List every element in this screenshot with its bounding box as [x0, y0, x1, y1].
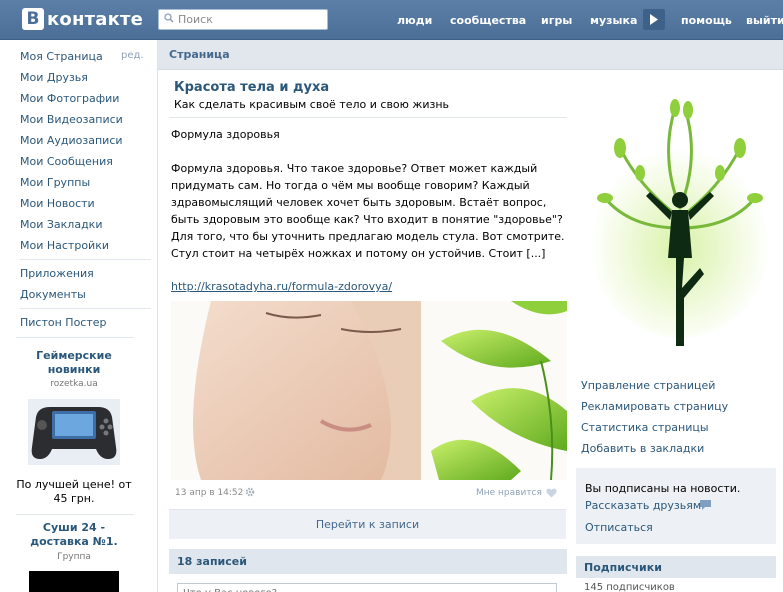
menu-messages[interactable]: Мои Сообщения — [20, 155, 113, 168]
new-post-input[interactable] — [177, 583, 557, 592]
nav-games-wrap: игры — [541, 0, 572, 40]
advertise-page-link[interactable]: Рекламировать страницу — [581, 400, 728, 413]
breadcrumb: Страница — [158, 40, 783, 70]
post-date: 13 апр в 14:52 — [175, 488, 244, 498]
posts-count-header[interactable]: 18 записей — [169, 549, 567, 574]
logo-letter: В — [22, 8, 44, 30]
main-content: Страница Красота тела и духа Как сделать… — [157, 40, 783, 592]
subscribers-title: Подписчики — [584, 561, 662, 574]
menu-friends[interactable]: Мои Друзья — [20, 71, 88, 84]
breadcrumb-label: Страница — [169, 48, 230, 61]
menu-news[interactable]: Мои Новости — [20, 197, 95, 210]
nav-help[interactable]: помощь — [681, 14, 732, 27]
subscribers-header[interactable]: Подписчики — [576, 556, 776, 578]
subscribed-status: Вы подписаны на новости. — [585, 482, 741, 495]
menu-groups[interactable]: Мои Группы — [20, 176, 90, 189]
post-link[interactable]: http://krasotadyha.ru/formula-zdorovya/ — [171, 280, 392, 293]
search-box[interactable] — [158, 9, 328, 30]
go-to-post-button[interactable]: Перейти к записи — [169, 509, 612, 539]
menu-divider — [20, 259, 151, 260]
ad-title[interactable]: Геймерские новинки — [12, 349, 136, 377]
post-body: Формула здоровья. Что такое здоровье? От… — [171, 162, 565, 260]
menu-photos[interactable]: Мои Фотографии — [20, 92, 119, 105]
nav-communities[interactable]: сообщества — [450, 14, 526, 27]
nav-games[interactable]: игры — [541, 14, 572, 27]
search-input[interactable] — [178, 13, 318, 26]
play-icon[interactable] — [643, 9, 665, 30]
ad-source: rozetka.ua — [50, 379, 98, 389]
subscribers-count[interactable]: 145 подписчиков — [584, 582, 675, 592]
left-sidebar: Моя Страница ред. Мои Друзья Мои Фотогра… — [12, 40, 156, 592]
nav-music-wrap: музыка — [590, 0, 637, 40]
manage-page-link[interactable]: Управление страницей — [581, 379, 715, 392]
ad-block-sushi[interactable]: Суши 24 - доставка №1. Группа — [12, 518, 136, 592]
gear-icon[interactable] — [245, 487, 255, 500]
ad-image[interactable] — [29, 571, 119, 592]
ad-source: Группа — [57, 552, 91, 562]
top-header: В контакте люди сообщества игры музыка п… — [0, 0, 783, 40]
menu-documents[interactable]: Документы — [20, 288, 86, 301]
menu-divider — [16, 514, 134, 515]
menu-divider — [16, 337, 134, 338]
ad-price-text: По лучшей цене! от 45 грн. — [16, 478, 132, 505]
menu-settings[interactable]: Мои Настройки — [20, 239, 109, 252]
post-photo[interactable] — [171, 301, 567, 480]
menu-divider — [20, 308, 151, 309]
gamepad-image[interactable] — [28, 399, 120, 465]
nav-music[interactable]: музыка — [590, 14, 637, 27]
like-label[interactable]: Мне нравится — [476, 488, 542, 498]
post-heading: Формула здоровья — [171, 128, 280, 141]
page-avatar[interactable] — [580, 88, 780, 358]
menu-bookmarks[interactable]: Мои Закладки — [20, 218, 102, 231]
page-description: Как сделать красивым своё тело и свою жи… — [174, 98, 449, 111]
heart-icon[interactable] — [546, 488, 557, 501]
add-bookmark-link[interactable]: Добавить в закладки — [581, 442, 704, 455]
tell-friends-link[interactable]: Рассказать друзьям — [585, 499, 701, 512]
ad-title[interactable]: Суши 24 - доставка №1. — [12, 521, 136, 549]
menu-apps[interactable]: Приложения — [20, 267, 94, 280]
nav-people-wrap: люди — [397, 0, 432, 40]
posts-count: 18 записей — [177, 555, 247, 568]
search-icon — [164, 13, 174, 26]
page-title: Красота тела и духа — [174, 80, 330, 95]
menu-my-page[interactable]: Моя Страница — [20, 50, 103, 63]
ad-block-gamer[interactable]: Геймерские новинки rozetka.ua По лучшей … — [12, 345, 136, 510]
nav-communities-wrap: сообщества — [450, 0, 526, 40]
nav-help-wrap: помощь — [681, 0, 732, 40]
unsubscribe-link[interactable]: Отписаться — [585, 521, 653, 534]
vk-logo[interactable]: В контакте — [22, 8, 143, 30]
speech-bubble-icon — [700, 500, 711, 513]
nav-people[interactable]: люди — [397, 14, 432, 27]
menu-videos[interactable]: Мои Видеозаписи — [20, 113, 123, 126]
divider — [169, 117, 567, 118]
nav-logout[interactable]: выйти — [746, 14, 783, 27]
menu-edit-link[interactable]: ред. — [121, 50, 144, 61]
menu-audio[interactable]: Мои Аудиозаписи — [20, 134, 123, 147]
logo-text: контакте — [47, 8, 144, 30]
page-stats-link[interactable]: Статистика страницы — [581, 421, 709, 434]
subscription-box: Вы подписаны на новости. Рассказать друз… — [576, 468, 776, 544]
menu-piston-poster[interactable]: Пистон Постер — [20, 316, 107, 329]
nav-logout-wrap: выйти — [746, 0, 783, 40]
